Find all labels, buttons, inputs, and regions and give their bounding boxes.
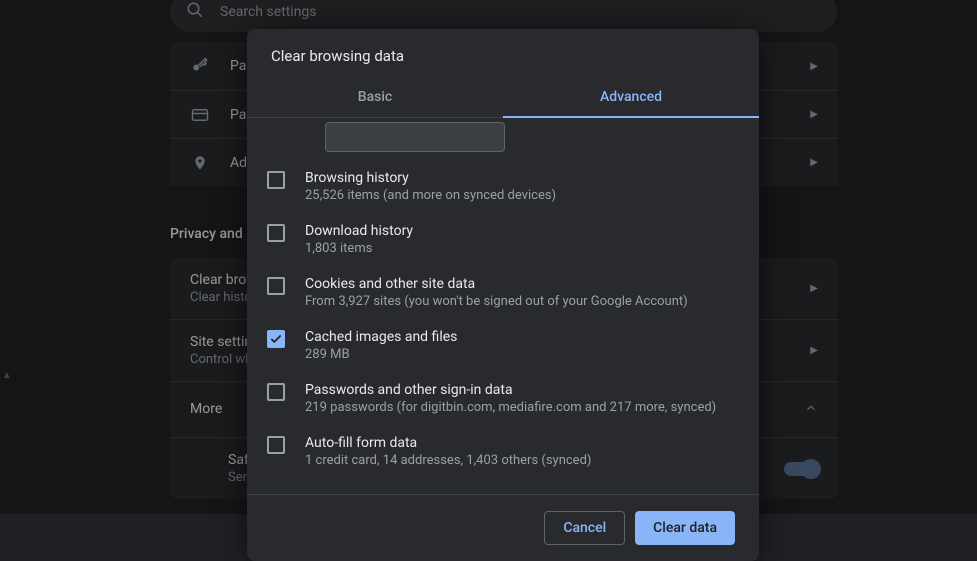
check-sub: 289 MB — [305, 347, 735, 362]
dialog-tabs: Basic Advanced — [247, 77, 759, 118]
checkbox[interactable] — [267, 224, 285, 242]
checkbox[interactable] — [267, 436, 285, 454]
check-row: Download history 1,803 items — [247, 213, 759, 266]
cancel-button[interactable]: Cancel — [544, 511, 625, 545]
checkbox[interactable] — [267, 330, 285, 348]
check-title: Download history — [305, 223, 735, 239]
check-row: Auto-fill form data 1 credit card, 14 add… — [247, 425, 759, 478]
check-sub: 1 credit card, 14 addresses, 1,403 other… — [305, 453, 735, 468]
checkbox[interactable] — [267, 277, 285, 295]
check-sub: 219 passwords (for digitbin.com, mediafi… — [305, 400, 735, 415]
tab-advanced[interactable]: Advanced — [503, 77, 759, 117]
check-sub: 25,526 items (and more on synced devices… — [305, 188, 735, 203]
clear-browsing-data-dialog: Clear browsing data Basic Advanced Brows… — [247, 29, 759, 561]
check-title: Auto-fill form data — [305, 435, 735, 451]
check-row: Browsing history 25,526 items (and more o… — [247, 160, 759, 213]
checkbox[interactable] — [267, 171, 285, 189]
check-title: Cached images and files — [305, 329, 735, 345]
tab-basic[interactable]: Basic — [247, 77, 503, 117]
check-sub: 1,803 items — [305, 241, 735, 256]
check-row: Passwords and other sign-in data 219 pass… — [247, 372, 759, 425]
check-title: Browsing history — [305, 170, 735, 186]
check-row: Cookies and other site data From 3,927 si… — [247, 266, 759, 319]
clear-data-button[interactable]: Clear data — [635, 511, 735, 545]
time-range-select[interactable] — [325, 122, 505, 152]
check-title: Passwords and other sign-in data — [305, 382, 735, 398]
check-row: Cached images and files 289 MB — [247, 319, 759, 372]
check-sub: From 3,927 sites (you won't be signed ou… — [305, 294, 735, 309]
checkbox[interactable] — [267, 383, 285, 401]
dialog-title: Clear browsing data — [247, 29, 759, 77]
check-title: Cookies and other site data — [305, 276, 735, 292]
